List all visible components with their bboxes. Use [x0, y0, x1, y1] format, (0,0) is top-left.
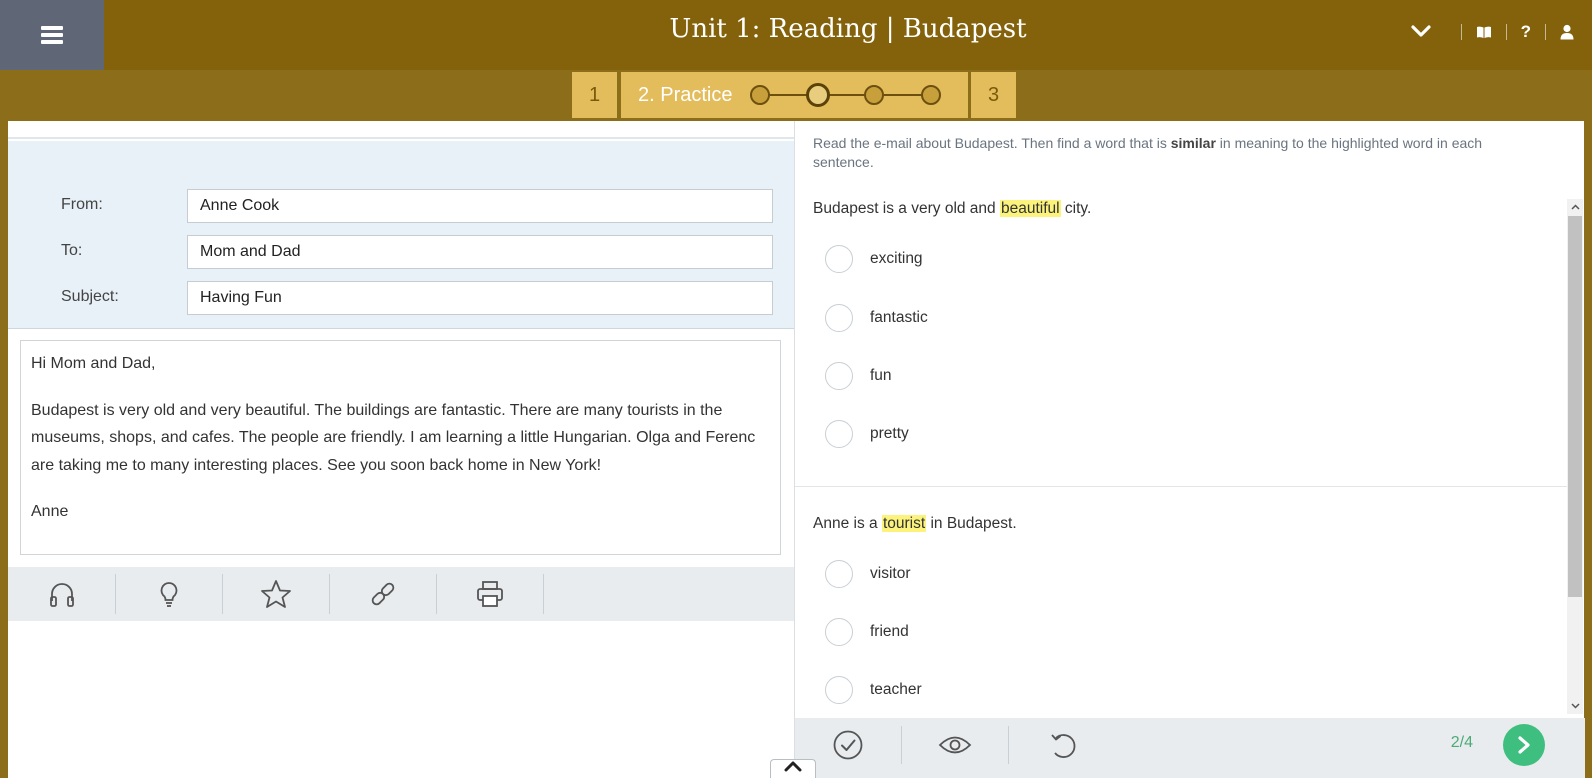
step-navigation: 1 2. Practice 3: [0, 72, 1592, 118]
check-icon: [833, 730, 863, 760]
progress-dot-2[interactable]: [806, 83, 831, 107]
option-visitor[interactable]: visitor: [825, 560, 910, 588]
to-field: Mom and Dad: [187, 235, 773, 269]
radio-button[interactable]: [825, 304, 853, 332]
highlighted-word: beautiful: [999, 200, 1061, 217]
menu-button[interactable]: [0, 0, 104, 70]
scrollbar[interactable]: [1567, 199, 1583, 714]
to-label: To:: [61, 242, 83, 259]
link-button[interactable]: [330, 574, 437, 614]
radio-button[interactable]: [825, 420, 853, 448]
audio-button[interactable]: [9, 574, 116, 614]
question-list: Budapest is a very old and beautiful cit…: [795, 199, 1567, 714]
progress-dot-1[interactable]: [750, 85, 771, 105]
question-1-text: Budapest is a very old and beautiful cit…: [813, 200, 1092, 217]
exercise-toolbar: [795, 726, 1116, 764]
help-icon[interactable]: ?: [1521, 22, 1531, 42]
question-progress: 2/4: [1450, 734, 1473, 751]
reset-button[interactable]: [1009, 726, 1116, 764]
star-icon: [261, 580, 291, 608]
exercise-footer: 2/4: [795, 718, 1585, 778]
subject-field: Having Fun: [187, 281, 773, 315]
progress-dot-3[interactable]: [864, 85, 885, 105]
from-label: From:: [61, 196, 103, 213]
email-header: From: Anne Cook To: Mom and Dad Subject:…: [8, 141, 795, 329]
reading-toolbar: [8, 567, 795, 621]
option-pretty[interactable]: pretty: [825, 420, 909, 448]
scroll-down-icon[interactable]: [1567, 698, 1583, 714]
chevron-up-icon: [784, 761, 802, 772]
radio-button[interactable]: [825, 676, 853, 704]
subject-label: Subject:: [61, 288, 119, 305]
lightbulb-icon: [160, 582, 178, 607]
print-button[interactable]: [437, 574, 544, 614]
radio-button[interactable]: [825, 245, 853, 273]
option-fantastic[interactable]: fantastic: [825, 304, 928, 332]
top-bar: Unit 1: Reading | Budapest ?: [0, 0, 1592, 70]
scroll-up-icon[interactable]: [1567, 199, 1583, 215]
step-3-tab[interactable]: 3: [971, 72, 1016, 118]
option-exciting[interactable]: exciting: [825, 245, 923, 273]
page-title: Unit 1: Reading | Budapest: [669, 14, 1027, 44]
question-2-text: Anne is a tourist in Budapest.: [813, 515, 1017, 532]
progress-dot-4[interactable]: [921, 85, 942, 105]
print-icon: [477, 581, 503, 607]
menu-icon: [41, 26, 63, 44]
scrollbar-thumb[interactable]: [1568, 216, 1582, 597]
email-greeting: Hi Mom and Dad,: [31, 355, 156, 372]
radio-button[interactable]: [825, 362, 853, 390]
option-teacher[interactable]: teacher: [825, 676, 922, 704]
book-icon[interactable]: [1476, 25, 1492, 39]
option-friend[interactable]: friend: [825, 618, 909, 646]
headphones-icon: [50, 583, 74, 607]
divider: [1460, 24, 1462, 40]
email-signature: Anne: [31, 503, 69, 520]
exercise-panel: Read the e-mail about Budapest. Then fin…: [794, 121, 1585, 778]
radio-button[interactable]: [825, 618, 853, 646]
email-body: Hi Mom and Dad, Budapest is very old and…: [20, 340, 781, 555]
favorite-button[interactable]: [223, 574, 330, 614]
hint-button[interactable]: [116, 574, 223, 614]
radio-button[interactable]: [825, 560, 853, 588]
divider: [1545, 24, 1546, 40]
next-button[interactable]: [1503, 724, 1545, 766]
chevron-down-icon[interactable]: [1411, 25, 1431, 39]
show-answers-button[interactable]: [902, 726, 1009, 764]
collapse-toggle[interactable]: [770, 759, 816, 778]
chevron-right-icon: [1518, 736, 1530, 754]
divider: [1505, 24, 1507, 40]
user-icon[interactable]: [1560, 24, 1574, 40]
step-1-tab[interactable]: 1: [572, 72, 617, 118]
email-text: Budapest is very old and very beautiful.…: [31, 401, 756, 474]
instructions: Read the e-mail about Budapest. Then fin…: [813, 135, 1483, 170]
step-2-label: 2. Practice: [638, 83, 733, 106]
from-field: Anne Cook: [187, 189, 773, 223]
undo-icon: [1050, 734, 1075, 758]
link-icon: [371, 582, 395, 606]
question-divider: [795, 486, 1567, 487]
progress-dots: [750, 83, 942, 107]
option-fun[interactable]: fun: [825, 362, 892, 390]
step-2-tab[interactable]: 2. Practice: [621, 72, 968, 118]
email-panel: From: Anne Cook To: Mom and Dad Subject:…: [8, 121, 795, 778]
header-actions: ?: [1411, 14, 1574, 50]
eye-icon: [938, 736, 972, 754]
highlighted-word: tourist: [881, 515, 927, 532]
